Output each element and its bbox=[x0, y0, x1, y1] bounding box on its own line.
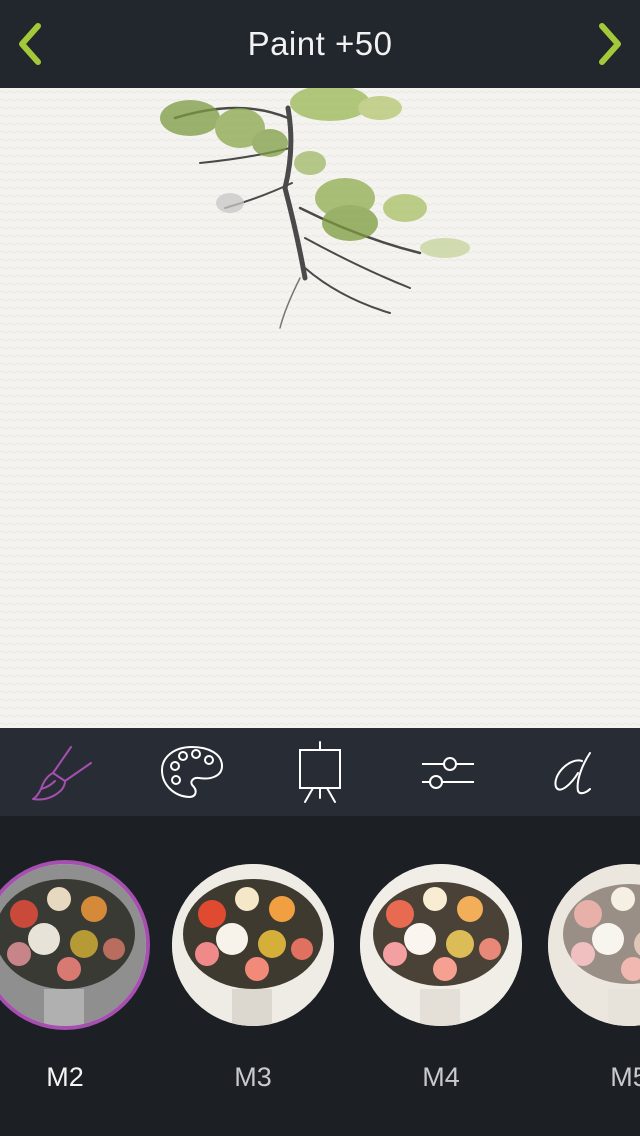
preset-thumbnail bbox=[360, 864, 522, 1026]
painting-canvas[interactable] bbox=[0, 88, 640, 728]
preset-m5[interactable]: M5 bbox=[544, 860, 640, 1092]
preset-m4[interactable]: M4 bbox=[356, 860, 526, 1092]
preset-thumbnail bbox=[0, 864, 146, 1026]
tool-bar bbox=[0, 728, 640, 816]
tool-signature[interactable] bbox=[540, 736, 612, 808]
sliders-icon bbox=[422, 757, 474, 789]
chevron-right-icon bbox=[599, 23, 621, 65]
preset-label: M4 bbox=[422, 1062, 460, 1092]
chevron-left-icon bbox=[19, 23, 41, 65]
easel-icon bbox=[299, 741, 341, 803]
tool-brush[interactable] bbox=[28, 736, 100, 808]
next-button[interactable] bbox=[586, 20, 634, 68]
palette-icon bbox=[160, 745, 224, 799]
preset-label: M3 bbox=[234, 1062, 272, 1092]
text-style-icon bbox=[554, 752, 591, 795]
preset-m3[interactable]: M3 bbox=[168, 860, 338, 1092]
preset-carousel: M2 M3 M4 M bbox=[0, 816, 640, 1136]
tool-canvas[interactable] bbox=[284, 736, 356, 808]
page-title: Paint +50 bbox=[247, 25, 393, 62]
top-bar: Paint +50 bbox=[0, 0, 640, 88]
preset-thumbnail bbox=[172, 864, 334, 1026]
previous-button[interactable] bbox=[6, 20, 54, 68]
preset-label: M5 bbox=[610, 1062, 640, 1092]
tool-palette[interactable] bbox=[156, 736, 228, 808]
painted-tree-image bbox=[0, 88, 640, 728]
preset-thumbnail bbox=[548, 864, 640, 1026]
tool-adjust[interactable] bbox=[412, 736, 484, 808]
preset-m2[interactable]: M2 bbox=[0, 860, 150, 1092]
preset-label: M2 bbox=[46, 1062, 84, 1092]
brush-icon bbox=[32, 746, 92, 801]
